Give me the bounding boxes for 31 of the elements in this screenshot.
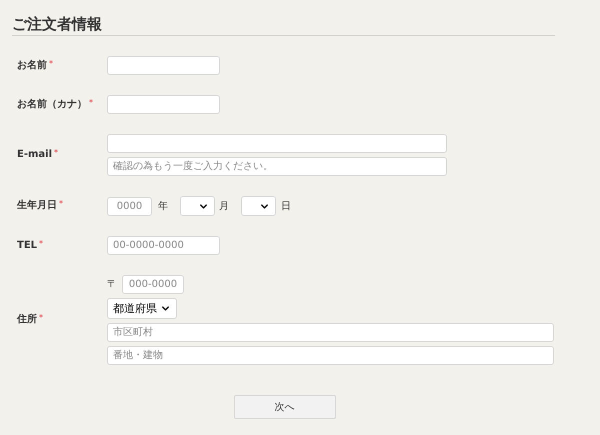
text-field[interactable]: 市区町村	[107, 323, 554, 342]
section-title: ご注文者情報	[12, 15, 103, 34]
required-mark: *	[39, 238, 44, 248]
required-mark: *	[49, 58, 53, 68]
dropdown[interactable]	[180, 196, 215, 216]
text-field[interactable]: 番地・建物	[107, 346, 554, 365]
required-mark: *	[54, 148, 58, 158]
text-field[interactable]	[107, 56, 220, 75]
required-mark: *	[39, 313, 43, 323]
text-field[interactable]: 確認の為もう一度ご入力ください。	[107, 157, 447, 176]
text-field[interactable]	[107, 95, 220, 114]
unit-label: 年	[158, 200, 168, 214]
required-mark: *	[59, 199, 63, 209]
field-label: 生年月日	[17, 199, 57, 213]
field-label: E-mail	[17, 148, 52, 162]
field-label: 住所	[17, 313, 37, 327]
year-field[interactable]: 0000	[107, 196, 152, 216]
unit-label: 日	[281, 200, 291, 214]
field-label: TEL	[17, 238, 38, 252]
text-field[interactable]: 00-0000-0000	[107, 236, 220, 255]
next-button[interactable]: 次へ	[234, 395, 336, 419]
postal-mark: 〒	[107, 278, 117, 292]
unit-label: 月	[219, 200, 229, 214]
dropdown[interactable]: 都道府県	[107, 298, 177, 319]
required-mark: *	[89, 98, 93, 108]
field-label: お名前	[17, 58, 47, 72]
text-field[interactable]	[107, 134, 447, 153]
postal-code-field[interactable]: 000-0000	[122, 275, 184, 294]
dropdown-value: 都道府県	[113, 302, 157, 316]
dropdown[interactable]	[241, 196, 276, 216]
field-label: お名前（カナ）	[17, 98, 87, 112]
